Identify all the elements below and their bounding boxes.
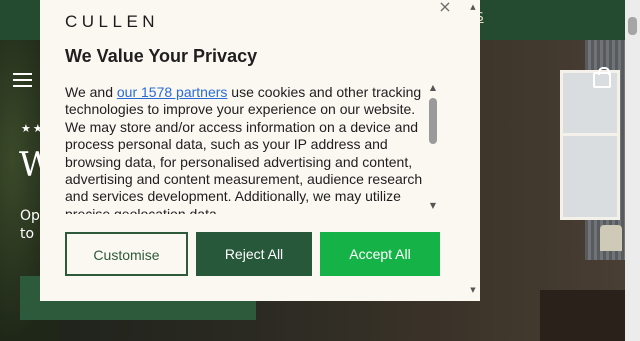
partners-link[interactable]: our 1578 partners bbox=[117, 84, 228, 100]
accept-all-button[interactable]: Accept All bbox=[320, 232, 440, 276]
customise-button[interactable]: Customise bbox=[65, 232, 188, 276]
consent-text: We and our 1578 partners use cookies and… bbox=[65, 84, 427, 214]
scroll-up-arrow-icon[interactable]: ▲ bbox=[428, 84, 438, 92]
reject-all-button[interactable]: Reject All bbox=[196, 232, 312, 276]
consent-scrollbar-thumb[interactable] bbox=[429, 98, 437, 144]
dialog-scroll-up-icon[interactable]: ▲ bbox=[469, 4, 477, 11]
page-scrollbar-thumb[interactable] bbox=[628, 17, 637, 35]
brand-logo: CULLEN bbox=[65, 12, 160, 31]
page-scrollbar[interactable] bbox=[625, 0, 640, 341]
hero-window-image bbox=[560, 70, 620, 220]
close-icon[interactable]: × bbox=[438, 0, 452, 15]
hero-lamp-image bbox=[600, 225, 622, 251]
hamburger-menu-icon[interactable] bbox=[13, 73, 32, 87]
consent-text-scroll-area[interactable]: We and our 1578 partners use cookies and… bbox=[65, 84, 427, 214]
dialog-scroll-down-icon[interactable]: ▼ bbox=[469, 287, 477, 294]
consent-text-prefix: We and bbox=[65, 84, 117, 100]
shopping-bag-icon[interactable] bbox=[593, 67, 611, 88]
consent-text-rest: use cookies and other tracking technolog… bbox=[65, 84, 423, 214]
dialog-title: We Value Your Privacy bbox=[65, 46, 258, 66]
scroll-down-arrow-icon[interactable]: ▼ bbox=[428, 202, 438, 210]
